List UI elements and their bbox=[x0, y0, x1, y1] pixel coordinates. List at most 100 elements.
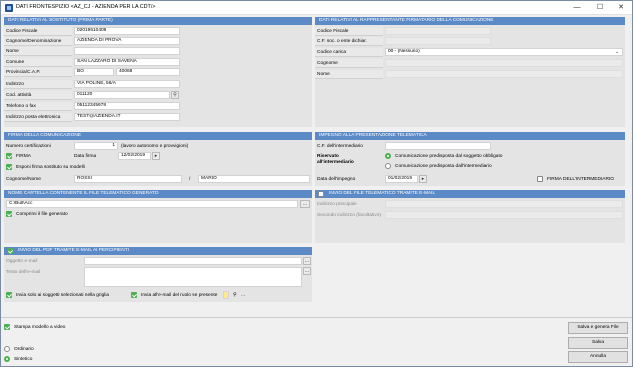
esponi-firma-label: Esponi firma sostituto su modelli bbox=[16, 165, 85, 170]
rapp-nome-field[interactable] bbox=[385, 70, 623, 78]
dialog-window: DATI FRONTESPIZIO <AZ_CJ - AZIENDA PER L… bbox=[0, 0, 633, 367]
cartella-panel: NOME CARTELLA CONTENENTE IL FILE TELEMAT… bbox=[4, 190, 312, 243]
invio-file-checkbox[interactable] bbox=[318, 191, 324, 197]
cf-intermediario-label: C.F. dell'intermediario bbox=[317, 144, 363, 149]
sostituto-telefono-field[interactable]: 05112345678 bbox=[74, 102, 180, 110]
sostituto-cap-field[interactable]: 40068 bbox=[116, 68, 180, 76]
testo-label: Testo dell'e-mail bbox=[6, 270, 41, 275]
cognome-nome-label: Cognome/Nome bbox=[6, 177, 41, 182]
rapp-cognome-field[interactable] bbox=[385, 59, 623, 67]
oggetto-label: Oggetto e-mail bbox=[6, 259, 38, 264]
ordinario-radio[interactable] bbox=[4, 346, 10, 352]
invia-ruolo-label: Invia all'e-mail del ruolo se presente bbox=[141, 293, 218, 298]
invio-pdf-checkbox[interactable] bbox=[7, 248, 13, 254]
oggetto-field[interactable] bbox=[84, 257, 302, 265]
opt1-label: Comunicazione predisposta dal soggetto o… bbox=[395, 154, 503, 159]
testo-dots-button[interactable]: ... bbox=[303, 267, 311, 275]
firma-header: FIRMA DELLA COMUNICAZIONE bbox=[4, 132, 312, 140]
rapp-cf-ente-label: C.F. soc. o ente dichiar. bbox=[315, 37, 383, 46]
rappresentante-header: DATI RELATIVI AL RAPPRESENTANTE FIRMATAR… bbox=[315, 17, 625, 25]
impegno-panel: IMPEGNO ALLA PRESENTAZIONE TELEMATICA C.… bbox=[315, 132, 625, 186]
esponi-firma-checkbox[interactable] bbox=[6, 164, 12, 170]
indirizzo-principale-field[interactable] bbox=[385, 200, 623, 208]
sostituto-cognome-label: Cognome/Denominazione bbox=[4, 37, 72, 46]
invio-pdf-panel: INVIO DEL PDF TRAMITE E-MAIL AI PERCIPIE… bbox=[4, 247, 312, 302]
window-title: DATI FRONTESPIZIO <AZ_CJ - AZIENDA PER L… bbox=[16, 4, 156, 10]
sostituto-comune-field[interactable]: SAN LAZZARO DI SAVENA bbox=[74, 58, 180, 66]
opt2-label: Comunicazione predisposta dall'intermedi… bbox=[395, 164, 492, 169]
browse-folder-button[interactable]: ... bbox=[300, 200, 310, 208]
sostituto-email-field[interactable]: TEST@AZIENDA.IT bbox=[74, 113, 180, 121]
data-impegno-field[interactable]: 01/02/2019 bbox=[385, 175, 418, 183]
chevron-down-icon[interactable]: ⌄ bbox=[615, 48, 619, 56]
sostituto-attivita-label: Cod. attività bbox=[4, 91, 72, 100]
annulla-button[interactable]: Annulla bbox=[568, 351, 628, 363]
sostituto-nome-field[interactable] bbox=[74, 47, 180, 55]
sintetico-label: Sintetico bbox=[14, 357, 33, 362]
rapp-cf-ente-field[interactable] bbox=[385, 37, 491, 45]
oggetto-dots-button[interactable]: ... bbox=[303, 257, 311, 265]
data-firma-label: Data firma bbox=[74, 154, 97, 159]
cartella-path-field[interactable]: C:\Bull\Acc bbox=[6, 200, 298, 208]
firma-intermediario-label: FIRMA DELL'INTERMEDIARIO bbox=[547, 177, 615, 182]
sostituto-email-label: Indirizzo posta elettronica bbox=[4, 113, 72, 122]
riservato-label: Riservato all'intermediario bbox=[317, 154, 354, 165]
secondo-indirizzo-field[interactable] bbox=[385, 211, 623, 219]
calendar-icon[interactable]: ▸ bbox=[152, 152, 160, 160]
calendar-impegno-icon[interactable]: ▸ bbox=[419, 175, 427, 183]
firma-panel: FIRMA DELLA COMUNICAZIONE Numero certifi… bbox=[4, 132, 312, 186]
salva-button[interactable]: Salva bbox=[568, 337, 628, 349]
rapp-cognome-label: Cognome bbox=[315, 59, 383, 68]
num-cert-field[interactable]: 1 bbox=[74, 142, 118, 150]
data-firma-field[interactable]: 12/02/2019 bbox=[118, 152, 151, 160]
sostituto-comune-label: Comune bbox=[4, 58, 72, 67]
sostituto-cf-label: Codice Fiscale bbox=[4, 27, 72, 36]
invia-ruolo-checkbox[interactable] bbox=[131, 292, 137, 298]
invio-pdf-header: INVIO DEL PDF TRAMITE E-MAIL AI PERCIPIE… bbox=[4, 247, 312, 255]
sintetico-radio[interactable] bbox=[4, 356, 10, 362]
sostituto-provincia-field[interactable]: BO bbox=[74, 68, 114, 76]
sostituto-indirizzo-field[interactable]: VIA POLINE, 56/A bbox=[74, 80, 180, 88]
sostituto-provincia-label: Provincia/C.A.P. bbox=[4, 68, 72, 77]
rappresentante-panel: DATI RELATIVI AL RAPPRESENTANTE FIRMATAR… bbox=[315, 17, 625, 127]
solo-selezionati-label: Invia solo ai soggetti selezionati nella… bbox=[16, 293, 110, 298]
firma-cognome-field[interactable]: ROSSI bbox=[74, 175, 182, 183]
maximize-button[interactable]: ☐ bbox=[589, 1, 611, 15]
sostituto-indirizzo-label: Indirizzo bbox=[4, 80, 72, 89]
rapp-carica-select[interactable]: 00 - (Nessuno) bbox=[385, 48, 623, 56]
sostituto-panel: DATI RELATIVI AL SOSTITUTO (PRIMA PARTE)… bbox=[4, 17, 312, 127]
cartella-header: NOME CARTELLA CONTENENTE IL FILE TELEMAT… bbox=[4, 190, 312, 198]
search-attivita-icon[interactable]: ⚲ bbox=[171, 91, 179, 99]
firma-intermediario-checkbox[interactable] bbox=[537, 176, 543, 182]
stampa-label: Stampa modello a video bbox=[14, 325, 66, 330]
firma-nome-field[interactable]: MARIO bbox=[198, 175, 310, 183]
testo-textarea[interactable] bbox=[84, 267, 302, 287]
sostituto-cognome-field[interactable]: AZIENDA DI PROVA bbox=[74, 37, 180, 45]
search-ruolo-icon[interactable]: ⚲ bbox=[233, 292, 237, 299]
salva-genera-button[interactable]: Salva e genera File bbox=[568, 322, 628, 334]
solo-selezionati-checkbox[interactable] bbox=[6, 292, 12, 298]
num-cert-label: Numero certificazioni bbox=[6, 144, 51, 149]
ordinario-label: Ordinario bbox=[14, 347, 34, 352]
indirizzo-principale-label: Indirizzo principale bbox=[317, 202, 357, 207]
rapp-nome-label: Nome bbox=[315, 70, 383, 79]
close-button[interactable]: ✕ bbox=[610, 1, 632, 15]
comprimi-checkbox[interactable] bbox=[6, 211, 12, 217]
secondo-indirizzo-label: Secondo indirizzo (facoltativo) bbox=[317, 213, 381, 218]
firma-checkbox[interactable] bbox=[6, 153, 12, 159]
opt2-radio[interactable] bbox=[385, 163, 391, 169]
ruolo-dots-button[interactable]: ... bbox=[241, 292, 245, 299]
sostituto-header: DATI RELATIVI AL SOSTITUTO (PRIMA PARTE) bbox=[4, 17, 312, 25]
opt1-radio[interactable] bbox=[385, 153, 391, 159]
rapp-cf-label: Codice Fiscale bbox=[315, 27, 383, 36]
minimize-button[interactable]: — bbox=[566, 1, 588, 15]
sostituto-cf-field[interactable]: 02019510409 bbox=[74, 27, 180, 35]
ruolo-field[interactable] bbox=[223, 291, 229, 299]
slash-separator: / bbox=[189, 177, 191, 182]
invio-file-panel: INVIO DEL FILE TELEMATICO TRAMITE E-MAIL… bbox=[315, 190, 625, 243]
sostituto-attivita-field[interactable]: 011120 bbox=[74, 91, 170, 99]
cf-intermediario-field[interactable] bbox=[385, 142, 491, 150]
data-impegno-label: Data dell'impegno bbox=[317, 177, 356, 182]
rapp-cf-field[interactable] bbox=[385, 27, 491, 35]
stampa-checkbox[interactable] bbox=[4, 324, 10, 330]
